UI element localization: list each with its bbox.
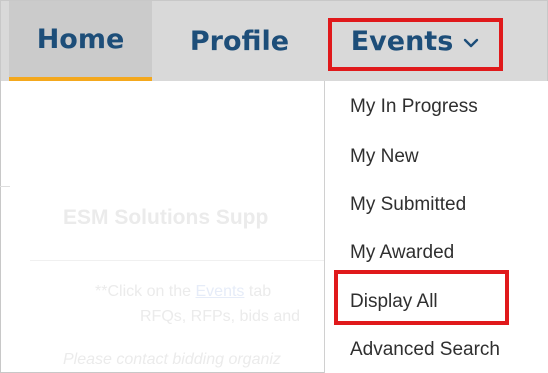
events-dropdown-menu: My In Progress My New My Submitted My Aw… — [324, 81, 548, 373]
tab-profile[interactable]: Profile — [168, 1, 311, 81]
tab-profile-label: Profile — [189, 25, 290, 57]
instruction-text: **Click on the Events tab — [95, 283, 271, 301]
menu-item-my-new[interactable]: My New — [350, 146, 419, 168]
instruction-prefix: **Click on the — [95, 283, 196, 300]
tab-home[interactable]: Home — [9, 1, 152, 81]
tab-home-label: Home — [36, 23, 125, 55]
page-title: ESM Solutions Supp — [63, 206, 269, 229]
menu-item-my-in-progress[interactable]: My In Progress — [350, 96, 478, 118]
divider — [0, 186, 10, 187]
tab-events[interactable]: Events — [327, 1, 503, 81]
instruction-line-2: RFQs, RFPs, bids and — [140, 308, 301, 325]
events-link[interactable]: Events — [196, 283, 245, 300]
instruction-suffix: tab — [244, 283, 272, 300]
chevron-down-icon — [464, 38, 479, 48]
main-navbar: Home Profile Events — [1, 1, 547, 81]
divider — [30, 260, 324, 261]
menu-item-my-submitted[interactable]: My Submitted — [350, 194, 466, 216]
menu-item-my-awarded[interactable]: My Awarded — [350, 242, 454, 264]
contact-note: Please contact bidding organiz — [63, 351, 281, 368]
tab-events-label: Events — [350, 25, 454, 57]
menu-item-display-all[interactable]: Display All — [350, 291, 438, 313]
menu-item-advanced-search[interactable]: Advanced Search — [350, 339, 500, 361]
